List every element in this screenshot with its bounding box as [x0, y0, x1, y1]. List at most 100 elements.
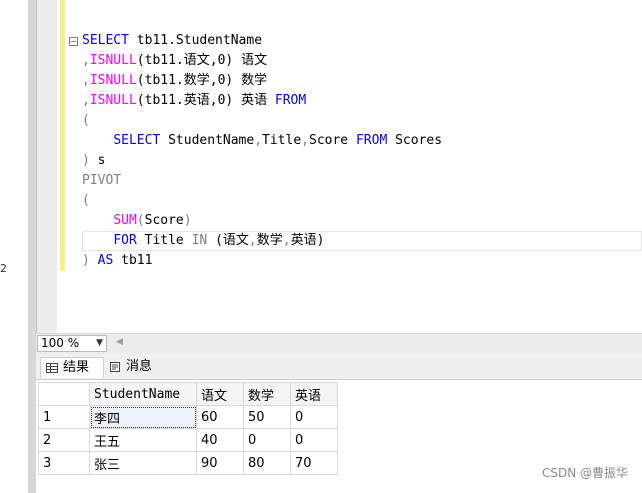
code-line[interactable]: ,ISNULL(tb11.数学,0) 数学: [82, 71, 642, 91]
object-explorer-pane: 2: [0, 0, 29, 493]
row-number[interactable]: 3: [38, 451, 90, 475]
code-token: ): [82, 153, 90, 168]
code-line[interactable]: ,ISNULL(tb11.英语,0) 英语 FROM: [82, 91, 642, 111]
row-number[interactable]: 2: [38, 428, 90, 452]
code-token: ISNULL: [89, 53, 137, 68]
code-token: Score: [144, 213, 184, 228]
table-row[interactable]: 1 李四 60 50 0: [38, 405, 338, 429]
code-token: ): [183, 213, 192, 228]
tab-results-label: 结果: [63, 360, 90, 375]
message-icon: [110, 362, 120, 372]
row-number[interactable]: 1: [38, 405, 90, 429]
code-token: ,: [301, 133, 309, 148]
code-token: tb11: [113, 253, 153, 268]
code-token: FROM: [355, 133, 388, 148]
table-cell[interactable]: 80: [243, 451, 291, 475]
code-line[interactable]: (: [82, 111, 642, 131]
chevron-down-icon[interactable]: ▼: [96, 336, 103, 351]
code-token: ,: [254, 133, 263, 148]
table-row[interactable]: 2 王五 40 0 0: [38, 428, 338, 452]
column-header[interactable]: 英语: [290, 382, 338, 406]
code-token: ,: [82, 93, 90, 108]
code-token: 英语): [290, 233, 325, 248]
table-row[interactable]: 3 张三 90 80 70: [38, 451, 338, 475]
change-marker: [60, 30, 65, 271]
code-line[interactable]: FOR Title IN (语文,数学,英语): [82, 231, 642, 251]
code-token: (: [136, 213, 145, 228]
code-token: SUM: [113, 213, 137, 228]
code-line[interactable]: ) AS tb11: [82, 251, 642, 271]
table-cell[interactable]: 李四: [89, 405, 197, 429]
code-line[interactable]: SELECT StudentName,Title,Score FROM Scor…: [82, 131, 642, 151]
code-token: PIVOT: [82, 173, 122, 188]
sql-code[interactable]: SELECT tb11.StudentName ,ISNULL(tb11.语文,0…: [82, 31, 642, 271]
change-marker-top: [60, 0, 65, 30]
grid-corner[interactable]: [38, 382, 90, 406]
code-token: 数学: [256, 233, 283, 248]
zoom-bar: 100 % ▼ ◀: [36, 333, 642, 354]
code-token: (: [82, 193, 90, 208]
table-cell[interactable]: 0: [290, 428, 338, 452]
code-token: ISNULL: [89, 93, 137, 108]
code-token: (tb11.数学,0) 数学: [136, 73, 268, 88]
code-token: FOR: [113, 233, 137, 248]
zoom-value: 100 %: [41, 336, 80, 350]
code-token: FROM: [274, 93, 307, 108]
grid-icon: [46, 363, 58, 373]
code-token: AS: [97, 253, 114, 268]
zoom-select[interactable]: 100 % ▼: [37, 335, 107, 352]
table-cell[interactable]: 40: [196, 428, 244, 452]
column-header[interactable]: 语文: [196, 382, 244, 406]
pane-text-fragment: 2: [0, 262, 7, 275]
table-cell[interactable]: 0: [243, 428, 291, 452]
column-header[interactable]: StudentName: [89, 382, 197, 406]
table-cell[interactable]: 90: [196, 451, 244, 475]
code-token: ): [82, 253, 90, 268]
code-token: Scores: [387, 133, 443, 148]
code-token: (tb11.语文,0) 语文: [136, 53, 268, 68]
table-cell[interactable]: 王五: [89, 428, 197, 452]
code-token: (tb11.英语,0) 英语: [136, 93, 275, 108]
tab-messages-label: 消息: [126, 359, 153, 374]
code-token: Title: [262, 133, 302, 148]
code-token: StudentName: [160, 133, 255, 148]
code-token: tb11.StudentName: [128, 33, 263, 48]
editor-gutter: [37, 0, 57, 333]
code-token: ISNULL: [89, 73, 137, 88]
table-cell[interactable]: 0: [290, 405, 338, 429]
scroll-left-icon[interactable]: ◀: [116, 337, 123, 347]
code-line[interactable]: ,ISNULL(tb11.语文,0) 语文: [82, 51, 642, 71]
collapse-toggle-icon[interactable]: −: [69, 37, 78, 46]
code-token: (: [82, 113, 90, 128]
table-cell[interactable]: 60: [196, 405, 244, 429]
code-token: SELECT: [113, 133, 161, 148]
code-token: ,: [82, 53, 90, 68]
code-line[interactable]: (: [82, 191, 642, 211]
code-line[interactable]: SUM(Score): [82, 211, 642, 231]
tab-results[interactable]: 结果: [40, 357, 104, 378]
code-line[interactable]: PIVOT: [82, 171, 642, 191]
column-header[interactable]: 数学: [243, 382, 291, 406]
code-token: ,: [248, 233, 257, 248]
table-cell[interactable]: 70: [290, 451, 338, 475]
results-grid: StudentName 语文 数学 英语 1 李四 60 50 0 2 王五 4…: [38, 382, 338, 475]
code-line[interactable]: ) s: [82, 151, 642, 171]
code-token: (语文: [207, 233, 249, 248]
code-token: SELECT: [82, 33, 129, 48]
grid-header-row: StudentName 语文 数学 英语: [38, 382, 338, 406]
code-token: Score: [309, 133, 356, 148]
code-token: s: [89, 153, 106, 168]
tab-messages[interactable]: 消息: [104, 357, 164, 378]
table-cell[interactable]: 50: [243, 405, 291, 429]
code-line[interactable]: SELECT tb11.StudentName: [82, 31, 642, 51]
code-token: ,: [282, 233, 291, 248]
table-cell[interactable]: 张三: [89, 451, 197, 475]
code-token: IN: [191, 233, 208, 248]
watermark: CSDN @曹振华: [541, 466, 628, 480]
code-token: Title: [136, 233, 192, 248]
results-tabbar: 结果 消息: [36, 354, 642, 380]
